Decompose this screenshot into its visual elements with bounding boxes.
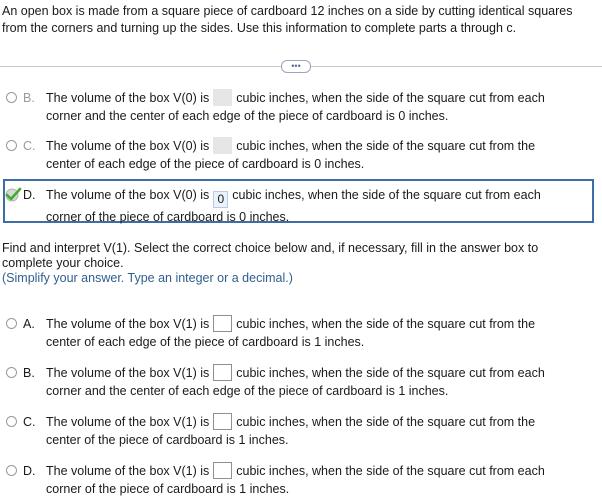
choice-text: The volume of the box V(1) is <box>46 415 210 429</box>
choice-text-line-2: center of each edge of the piece of card… <box>46 335 365 349</box>
problem-intro: An open box is made from a square piece … <box>2 3 598 37</box>
choice-letter: B. <box>23 91 35 105</box>
answer-box-disabled <box>213 137 233 154</box>
choice-text: The volume of the box V(1) is <box>46 366 210 380</box>
choice-letter: A. <box>23 317 35 331</box>
choice-text: The volume of the box V(0) is <box>46 91 210 105</box>
choice-text-line-2: corner and the center of each edge of th… <box>46 109 449 123</box>
choice-text-line-2: corner and the center of each edge of th… <box>46 384 449 398</box>
radio-button[interactable] <box>6 92 17 103</box>
choice-text: The volume of the box V(0) is <box>46 139 210 153</box>
intro-line-1: An open box is made from a square piece … <box>2 4 573 18</box>
choice-text: cubic inches, when the side of the squar… <box>236 317 536 331</box>
correct-check-icon <box>5 187 22 202</box>
question-line-1: Find and interpret V(1). Select the corr… <box>2 241 539 255</box>
question-line-2: complete your choice. <box>2 256 124 270</box>
choice-text-line-2: center of each edge of the piece of card… <box>46 157 365 171</box>
choice-text: cubic inches, when the side of the squar… <box>236 464 545 478</box>
radio-button[interactable] <box>6 416 17 427</box>
radio-button[interactable] <box>6 140 17 151</box>
answer-input[interactable] <box>213 315 233 332</box>
answer-box-disabled <box>213 89 233 106</box>
answer-hint: (Simplify your answer. Type an integer o… <box>2 271 293 285</box>
choice-letter: C. <box>23 415 36 429</box>
answer-input[interactable] <box>213 413 233 430</box>
answer-input[interactable] <box>213 364 233 381</box>
choice-text-line-2: corner of the piece of cardboard is 0 in… <box>46 210 290 224</box>
choice-letter: C. <box>23 139 36 153</box>
choice-letter: D. <box>23 188 36 202</box>
choice-text: The volume of the box V(0) is <box>46 188 210 202</box>
answer-box-filled: 0 <box>213 191 229 208</box>
choice-text: cubic inches, when the side of the squar… <box>236 415 536 429</box>
choice-text-line-2: center of the piece of cardboard is 1 in… <box>46 433 289 447</box>
choice-text: cubic inches, when the side of the squar… <box>236 139 536 153</box>
choice-text: The volume of the box V(1) is <box>46 317 210 331</box>
question-v1: Find and interpret V(1). Select the corr… <box>2 241 592 286</box>
answer-input[interactable] <box>213 462 233 479</box>
choice-letter: B. <box>23 366 35 380</box>
choice-text: cubic inches, when the side of the squar… <box>232 188 541 202</box>
expand-more-button[interactable]: ••• <box>281 60 311 73</box>
choice-text-line-2: corner of the piece of cardboard is 1 in… <box>46 482 290 496</box>
radio-button[interactable] <box>6 367 17 378</box>
choice-text: cubic inches, when the side of the squar… <box>236 366 545 380</box>
choice-letter: D. <box>23 464 36 478</box>
choice-text: cubic inches, when the side of the squar… <box>236 91 545 105</box>
radio-button[interactable] <box>6 318 17 329</box>
intro-line-2: from the corners and turning up the side… <box>2 21 517 35</box>
choice-text: The volume of the box V(1) is <box>46 464 210 478</box>
radio-button[interactable] <box>6 465 17 476</box>
